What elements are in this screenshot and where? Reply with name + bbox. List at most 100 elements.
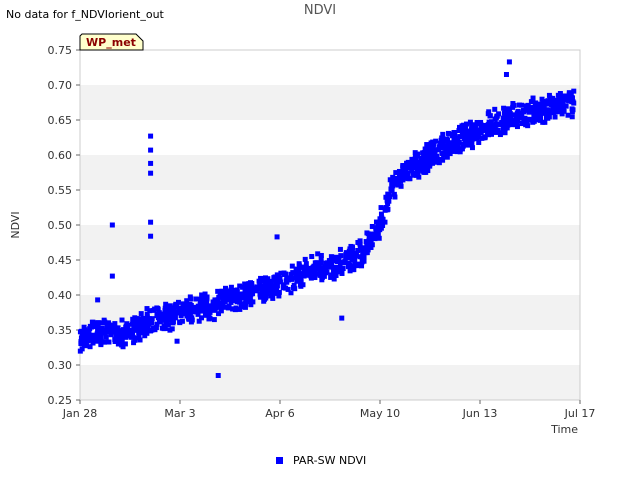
data-point — [376, 235, 382, 241]
y-tick-label: 0.70 — [48, 79, 73, 92]
data-point — [405, 159, 411, 165]
data-point — [301, 271, 307, 277]
data-point — [181, 308, 187, 314]
data-point — [106, 339, 112, 345]
data-point — [463, 121, 469, 127]
data-point — [338, 253, 344, 259]
data-point — [169, 316, 175, 322]
data-point — [108, 332, 114, 338]
data-point — [486, 109, 492, 115]
y-tick-label: 0.55 — [48, 184, 73, 197]
data-point — [399, 174, 405, 180]
data-point — [148, 233, 154, 239]
y-tick-label: 0.60 — [48, 149, 73, 162]
data-point — [199, 315, 205, 321]
x-tick-label: May 10 — [360, 407, 400, 420]
data-point — [308, 272, 314, 278]
data-point — [422, 158, 428, 164]
data-point — [569, 95, 575, 101]
legend-label: PAR-SW NDVI — [293, 454, 366, 467]
data-point — [516, 112, 522, 118]
data-point — [153, 325, 159, 331]
data-point — [84, 338, 90, 344]
data-point — [524, 120, 530, 126]
data-point — [186, 316, 192, 322]
data-point — [98, 336, 104, 342]
data-point — [319, 277, 325, 283]
data-point — [377, 216, 383, 222]
data-point — [197, 302, 203, 308]
data-point — [421, 151, 427, 157]
data-point — [465, 135, 471, 141]
data-point — [326, 258, 332, 264]
data-point — [86, 329, 92, 335]
data-point — [268, 281, 274, 287]
data-point — [99, 327, 105, 333]
data-point — [337, 246, 343, 252]
data-point — [268, 293, 274, 299]
grid-band — [80, 155, 580, 190]
data-point — [350, 245, 356, 251]
grid-band — [80, 50, 580, 85]
data-point — [502, 130, 508, 136]
data-point — [117, 328, 123, 334]
data-point — [77, 329, 83, 335]
data-point — [148, 219, 154, 225]
data-point — [368, 243, 374, 249]
data-point — [342, 258, 348, 264]
data-point — [493, 121, 499, 127]
data-point — [451, 147, 457, 153]
data-point — [337, 264, 343, 270]
data-point — [540, 119, 546, 125]
data-point — [422, 165, 428, 171]
data-point — [155, 306, 161, 312]
data-point — [405, 176, 411, 182]
data-point — [165, 322, 171, 328]
data-point — [256, 278, 262, 284]
x-tick-label: Apr 6 — [265, 407, 295, 420]
y-axis-label: NDVI — [9, 211, 22, 238]
data-point — [378, 211, 384, 217]
grid-bands — [80, 50, 580, 400]
data-point — [452, 136, 458, 142]
x-tick-label: Jul 17 — [564, 407, 596, 420]
data-point — [109, 222, 115, 228]
data-point — [552, 114, 558, 120]
y-axis-ticks: 0.25 0.30 0.35 0.40 0.45 0.50 0.55 0.60 0.65 0.70… — [48, 44, 80, 407]
data-point — [384, 197, 390, 203]
data-point — [569, 109, 575, 115]
data-point — [175, 299, 181, 305]
data-point — [87, 344, 93, 350]
data-point — [561, 108, 567, 114]
y-tick-label: 0.30 — [48, 359, 73, 372]
data-point — [163, 301, 169, 307]
data-point — [492, 106, 498, 112]
data-point — [109, 273, 115, 279]
data-point — [468, 127, 474, 133]
data-point — [302, 256, 308, 262]
x-axis-label: Time — [550, 423, 578, 436]
grid-band — [80, 365, 580, 400]
data-point — [392, 179, 398, 185]
data-point — [501, 105, 507, 111]
data-point — [248, 302, 254, 308]
data-point — [350, 252, 356, 258]
data-point — [291, 282, 297, 288]
y-tick-label: 0.75 — [48, 44, 73, 57]
data-point — [98, 342, 104, 348]
data-point — [242, 281, 248, 287]
data-point — [246, 291, 252, 297]
data-point — [428, 160, 434, 166]
data-point — [277, 276, 283, 282]
data-point — [443, 138, 449, 144]
data-point — [258, 285, 264, 291]
data-point — [538, 115, 544, 121]
data-point — [114, 334, 120, 340]
y-tick-label: 0.25 — [48, 394, 73, 407]
data-point — [547, 109, 553, 115]
data-point — [329, 272, 335, 278]
data-point — [531, 113, 537, 119]
data-point — [187, 309, 193, 315]
data-point — [359, 255, 365, 261]
data-point — [475, 131, 481, 137]
